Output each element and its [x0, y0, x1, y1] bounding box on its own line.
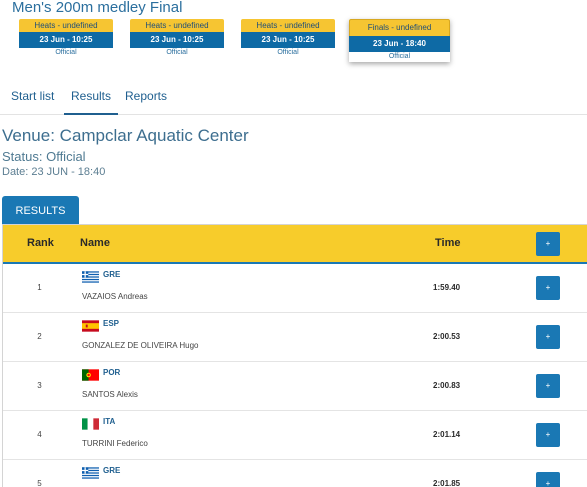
rank-value: 3: [37, 381, 42, 390]
athlete-name: TURRINI Federico: [82, 439, 148, 448]
country-code: GRE: [103, 466, 121, 475]
expand-row-button[interactable]: +: [536, 472, 560, 487]
tab-reports[interactable]: Reports: [125, 80, 167, 113]
phase-status: Official: [55, 49, 77, 56]
phase-card-finals[interactable]: Finals - undefined 23 Jun - 18:40 Offici…: [349, 19, 450, 62]
italy-flag-icon: [82, 418, 99, 430]
greece-flag-icon: [82, 271, 99, 283]
rank-value: 2: [37, 332, 42, 341]
tab-bar: Start list Results Reports: [0, 80, 587, 115]
phase-card-heats-1[interactable]: Heats - undefined 23 Jun - 10:25 Officia…: [19, 19, 113, 58]
date-text: Date: 23 JUN - 18:40: [2, 166, 106, 178]
tab-start-list[interactable]: Start list: [11, 80, 54, 113]
athlete-name: SANTOS Alexis: [82, 390, 138, 399]
greece-flag-icon: [82, 467, 99, 479]
expand-all-button[interactable]: +: [536, 232, 560, 256]
rank-value: 4: [37, 430, 42, 439]
athlete-name: VAZAIOS Andreas: [82, 292, 148, 301]
expand-row-button[interactable]: +: [536, 423, 560, 447]
portugal-flag-icon: [82, 369, 99, 381]
name-column-header: Name: [80, 237, 110, 249]
phase-status: Official: [166, 49, 188, 56]
phase-name: Heats - undefined: [130, 19, 224, 32]
venue-heading: Venue: Campclar Aquatic Center: [2, 126, 249, 145]
phase-datetime: 23 Jun - 10:25: [241, 32, 335, 48]
result-time: 2:01.14: [433, 430, 461, 439]
results-section-tab[interactable]: RESULTS: [2, 196, 79, 225]
table-header: Rank Name Time +: [3, 225, 587, 264]
phase-card-heats-3[interactable]: Heats - undefined 23 Jun - 10:25 Officia…: [241, 19, 335, 58]
country-code: POR: [103, 368, 121, 377]
spain-flag-icon: [82, 320, 99, 332]
phase-name: Finals - undefined: [349, 19, 450, 36]
phase-datetime: 23 Jun - 10:25: [130, 32, 224, 48]
rank-value: 1: [37, 283, 42, 292]
result-time: 2:00.83: [433, 381, 461, 390]
rank-column-header: Rank: [27, 237, 54, 249]
event-title: Men's 200m medley Final: [12, 0, 183, 16]
athlete-name: GONZALEZ DE OLIVEIRA Hugo: [82, 341, 199, 350]
expand-row-button[interactable]: +: [536, 374, 560, 398]
phase-selector: Heats - undefined 23 Jun - 10:25 Officia…: [0, 19, 587, 67]
time-column-header: Time: [435, 237, 461, 249]
expand-row-button[interactable]: +: [536, 325, 560, 349]
table-row: 3 POR SANTOS Alexis 2:00.83 +: [3, 362, 587, 411]
country-code: ITA: [103, 417, 116, 426]
expand-row-button[interactable]: +: [536, 276, 560, 300]
table-row: 2 ESP GONZALEZ DE OLIVEIRA Hugo 2:00.53 …: [3, 313, 587, 362]
phase-name: Heats - undefined: [19, 19, 113, 32]
status-text: Status: Official: [2, 149, 86, 164]
country-code: ESP: [103, 319, 120, 328]
tab-results[interactable]: Results: [64, 80, 119, 115]
result-time: 2:00.53: [433, 332, 461, 341]
phase-datetime: 23 Jun - 10:25: [19, 32, 113, 48]
country-code: GRE: [103, 270, 121, 279]
phase-status: Official: [388, 53, 411, 60]
phase-status: Official: [277, 49, 299, 56]
phase-name: Heats - undefined: [241, 19, 335, 32]
phase-card-heats-2[interactable]: Heats - undefined 23 Jun - 10:25 Officia…: [130, 19, 224, 58]
phase-datetime: 23 Jun - 18:40: [349, 36, 450, 52]
results-table: Rank Name Time + 1 GRE VAZAIOS Andreas 1…: [2, 224, 587, 487]
table-row: 5 GRE 2:01.85 +: [3, 460, 587, 487]
table-row: 1 GRE VAZAIOS Andreas 1:59.40 +: [3, 264, 587, 313]
table-row: 4 ITA TURRINI Federico 2:01.14 +: [3, 411, 587, 460]
result-time: 1:59.40: [433, 283, 461, 292]
